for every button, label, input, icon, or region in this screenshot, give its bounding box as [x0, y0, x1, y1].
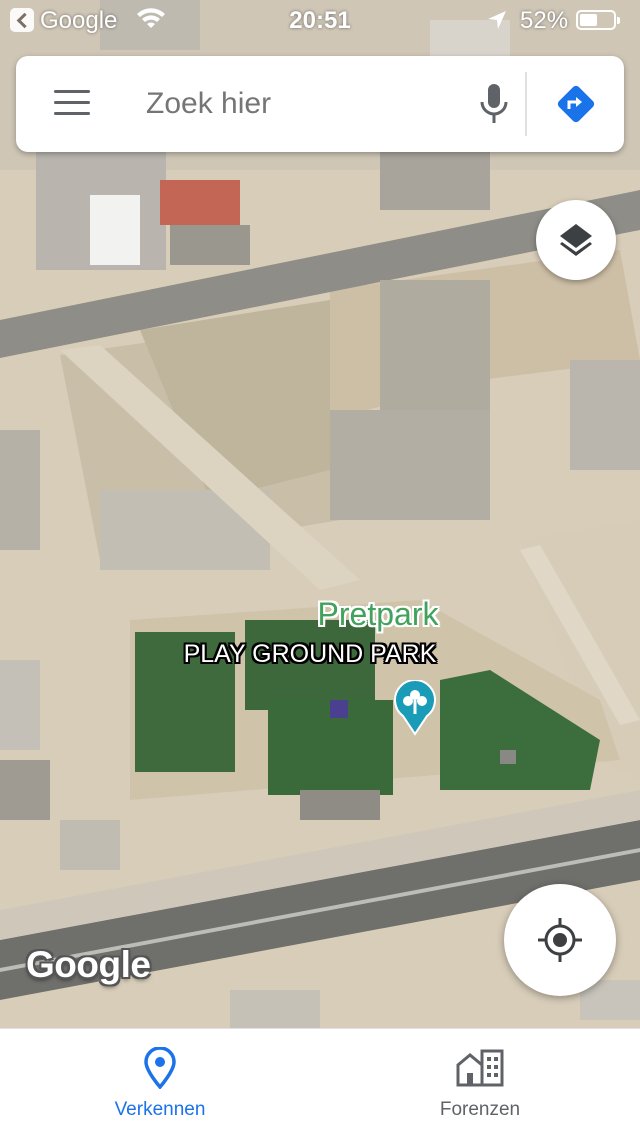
location-arrow-icon	[488, 11, 506, 29]
satellite-imagery	[0, 0, 640, 1028]
search-bar	[16, 56, 624, 152]
amusement-park-tree-icon[interactable]	[393, 680, 437, 736]
hamburger-menu-icon[interactable]	[54, 90, 90, 116]
search-input[interactable]	[146, 82, 446, 126]
directions-icon[interactable]	[554, 82, 598, 126]
location-pin-icon	[144, 1047, 176, 1089]
tab-commute[interactable]: Forenzen	[320, 1029, 640, 1136]
google-logo: Google	[26, 944, 151, 985]
tab-commute-label: Forenzen	[439, 1099, 521, 1120]
my-location-crosshair-icon	[538, 918, 582, 962]
battery-fill	[580, 14, 597, 26]
place-name-label[interactable]: PLAY GROUND PARK	[160, 640, 460, 669]
tab-explore[interactable]: Verkennen	[0, 1029, 320, 1136]
battery-percentage: 52%	[520, 7, 569, 34]
microphone-icon[interactable]	[464, 82, 524, 126]
bottom-navigation: Verkennen Forenzen	[0, 1028, 640, 1136]
poi-name-label[interactable]: Pretpark	[290, 596, 466, 633]
search-bar-divider	[525, 72, 527, 136]
map-canvas[interactable]	[0, 0, 640, 1028]
status-bar: Google 20:51 52%	[0, 0, 640, 40]
battery-icon	[576, 10, 620, 30]
buildings-icon	[456, 1049, 504, 1087]
my-location-button[interactable]	[504, 884, 616, 996]
layers-icon	[560, 224, 592, 256]
tab-explore-label: Verkennen	[114, 1099, 206, 1120]
layers-button[interactable]	[536, 200, 616, 280]
